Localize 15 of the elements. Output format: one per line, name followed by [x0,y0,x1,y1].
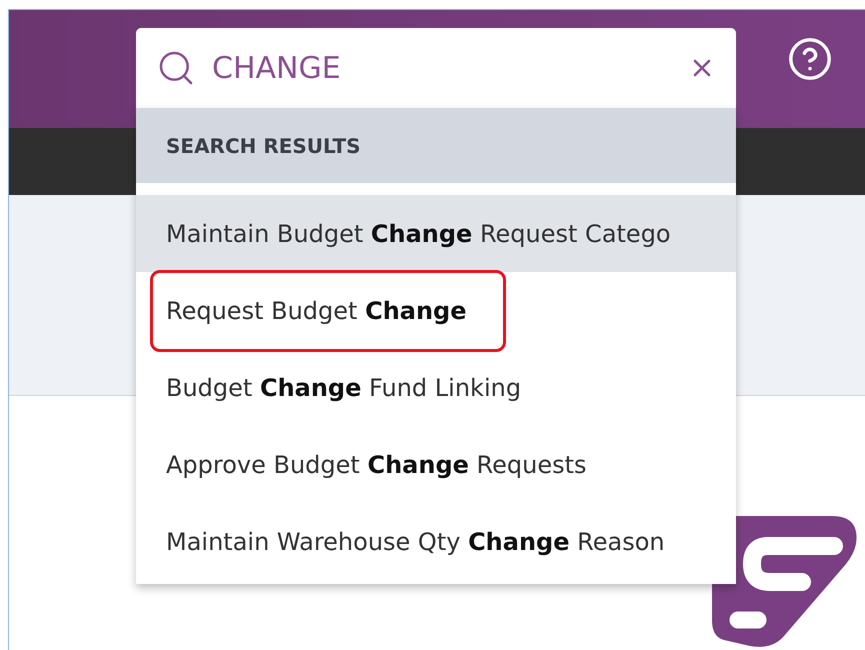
result-item[interactable]: Budget Change Fund Linking [136,349,736,426]
result-label: Approve Budget Change Requests [166,450,587,478]
results-header: SEARCH RESULTS [136,108,736,183]
search-field[interactable]: CHANGE [136,28,736,108]
result-label: Maintain Budget Change Request Catego [166,220,671,248]
result-item[interactable]: Approve Budget Change Requests [136,426,736,503]
result-label: Maintain Warehouse Qty Change Reason [166,528,665,556]
help-button[interactable] [787,36,833,82]
help-icon [787,36,833,82]
result-item[interactable]: Request Budget Change [136,272,736,349]
result-item[interactable]: Maintain Budget Change Request Catego [136,195,736,272]
result-item[interactable]: Maintain Warehouse Qty Change Reason [136,503,736,580]
result-label: Request Budget Change [166,296,467,324]
search-input[interactable]: CHANGE [210,50,674,86]
result-label: Budget Change Fund Linking [166,374,522,402]
